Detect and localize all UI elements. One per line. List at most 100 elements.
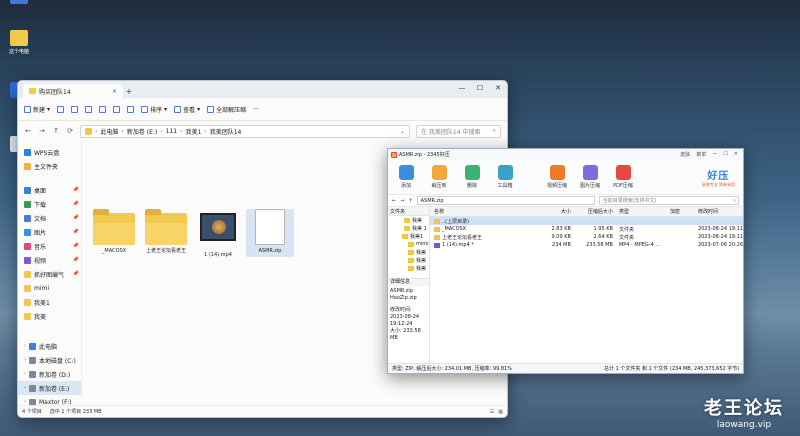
nav-item[interactable]: 视频 📌: [18, 253, 81, 267]
archive-row[interactable]: _MACOSX 2.83 KB 1.95 KB 文件夹 2023-08-24 19:11: [430, 225, 743, 233]
desktop-icon-top[interactable]: [2, 0, 36, 6]
expand-chevron-icon[interactable]: ›: [24, 371, 26, 377]
search-input[interactable]: 在 我美团队14 中搜索 ⌕: [416, 124, 501, 138]
nav-item[interactable]: 主文件夹: [18, 159, 81, 173]
back-icon[interactable]: ←: [24, 127, 32, 135]
expand-chevron-icon[interactable]: ›: [24, 343, 26, 349]
nav-item[interactable]: 抓好图编气 📌: [18, 267, 81, 281]
folder-icon: [408, 257, 414, 263]
path-input[interactable]: ASMR.zip: [416, 196, 595, 205]
minimize-icon[interactable]: —: [453, 81, 471, 95]
breadcrumb-item[interactable]: 111: [166, 128, 177, 135]
nav-item[interactable]: 下载 📌: [18, 197, 81, 211]
toolbar-button[interactable]: 删除: [460, 165, 484, 189]
nav-drive-item[interactable]: › 新加卷 (E:): [18, 381, 81, 395]
skin-menu[interactable]: 皮肤: [680, 151, 690, 158]
close-icon[interactable]: ✕: [489, 81, 507, 95]
new-button[interactable]: 新建 ▾: [24, 105, 50, 114]
maximize-icon[interactable]: ☐: [723, 151, 727, 158]
toolbar-button[interactable]: 图片压缩: [578, 165, 602, 189]
extract-all-button[interactable]: 全部解压缩: [207, 105, 246, 114]
forward-icon[interactable]: →: [38, 127, 46, 135]
paste-icon[interactable]: [85, 105, 93, 113]
nav-item[interactable]: WPS云盘: [18, 145, 81, 159]
col-date[interactable]: 修改时间: [696, 208, 743, 215]
nav-item[interactable]: 桌面 📌: [18, 183, 81, 197]
col-type[interactable]: 类型: [616, 208, 668, 215]
nav-item[interactable]: mimi: [18, 281, 81, 295]
view-label: 查看: [183, 106, 196, 114]
nav-item[interactable]: 图片 📌: [18, 225, 81, 239]
details-view-icon[interactable]: ☰: [490, 409, 494, 415]
archive-search-input[interactable]: 当前目录搜索(支持中文) ⌕: [598, 196, 739, 205]
refresh-icon[interactable]: ⟳: [66, 127, 74, 135]
address-dropdown-icon[interactable]: ⌄: [400, 128, 405, 135]
file-item-video[interactable]: 1 (14).mp4: [194, 209, 242, 259]
toolbar-button[interactable]: 添加: [394, 165, 418, 189]
address-bar[interactable]: › 此电脑 › 新加卷 (E:) › 111 › 我美1 › 我美团队14 ⌄: [80, 124, 410, 138]
breadcrumb-item[interactable]: 我美1: [186, 127, 202, 136]
archive-rows: ..(上层目录) _MACOSX 2.83 KB 1.95 KB 文件夹 2023-08-…: [429, 217, 743, 249]
share-icon[interactable]: [113, 105, 121, 113]
file-item-macosx[interactable]: _MACOSX: [90, 209, 138, 255]
nav-item[interactable]: 音乐 📌: [18, 239, 81, 253]
maximize-icon[interactable]: ☐: [471, 81, 489, 95]
tree-node[interactable]: 我美1: [388, 232, 429, 240]
expand-chevron-icon[interactable]: ›: [24, 357, 26, 363]
view-button[interactable]: 查看 ▾: [174, 105, 200, 114]
archive-row[interactable]: 上老王论坛看老王 9.09 KB 2.64 KB 文件夹 2023-08-24 19:1…: [430, 233, 743, 241]
breadcrumb-item[interactable]: 我美团队14: [210, 127, 242, 136]
tree-node[interactable]: 我美: [388, 216, 429, 224]
col-size[interactable]: 大小: [536, 208, 574, 215]
tiles-view-icon[interactable]: ▦: [498, 409, 503, 415]
copy-icon[interactable]: [71, 105, 79, 113]
toolbar-button[interactable]: 工具箱: [493, 165, 517, 189]
delete-icon[interactable]: [127, 105, 135, 113]
close-icon[interactable]: ✕: [734, 151, 738, 158]
toolbar-button[interactable]: 视频压缩: [545, 165, 569, 189]
more-icon[interactable]: ···: [253, 106, 259, 113]
up-icon[interactable]: ↑: [52, 127, 60, 135]
tree-node[interactable]: 我美 1: [388, 224, 429, 232]
main-menu[interactable]: 菜单: [696, 151, 706, 158]
toolbar-button-label: 图片压缩: [579, 183, 600, 189]
sort-button[interactable]: 排序 ▾: [141, 105, 167, 114]
close-tab-icon[interactable]: ×: [112, 88, 117, 95]
col-name[interactable]: 名称: [430, 208, 536, 215]
file-type-icon: [433, 218, 440, 224]
tree-node[interactable]: mimi: [388, 240, 429, 248]
col-encrypt[interactable]: 加密: [668, 208, 696, 215]
explorer-tab[interactable]: 购买团队14 ×: [23, 84, 123, 98]
breadcrumb-item[interactable]: 此电脑: [100, 127, 118, 136]
minimize-icon[interactable]: —: [712, 151, 717, 158]
nav-item-label: 抓好图编气: [34, 271, 65, 279]
details-line: ASMR.zip: [390, 288, 413, 294]
tree-node[interactable]: 我美: [388, 248, 429, 256]
forward-icon[interactable]: →: [400, 198, 404, 204]
toolbar-button-icon: [431, 165, 447, 180]
tree-node[interactable]: 我美: [388, 264, 429, 272]
nav-drive-item[interactable]: › 此电脑: [18, 339, 81, 353]
rename-icon[interactable]: [99, 105, 107, 113]
toolbar-button-label: 解压到: [431, 183, 447, 189]
breadcrumb-item[interactable]: 新加卷 (E:): [127, 127, 157, 136]
nav-drive-item[interactable]: › 本地磁盘 (C:): [18, 353, 81, 367]
file-item-zip[interactable]: ASMR.zip: [246, 209, 294, 257]
col-compressed[interactable]: 压缩后大小: [574, 208, 616, 215]
up-icon[interactable]: ↑: [408, 198, 412, 204]
cut-icon[interactable]: [57, 105, 65, 113]
new-tab-button[interactable]: +: [123, 84, 135, 98]
back-icon[interactable]: ←: [392, 198, 396, 204]
nav-item[interactable]: 我美1: [18, 295, 81, 309]
file-item-folder[interactable]: 上老王论坛看老王: [142, 209, 190, 255]
tree-node[interactable]: 我美: [388, 256, 429, 264]
toolbar-button[interactable]: PDF压缩: [611, 165, 635, 189]
archive-row[interactable]: 1 (14).mp4 * 234 MB 233.58 MB MP4 - MPEG-4 …: [430, 241, 743, 249]
toolbar-button[interactable]: 解压到: [427, 165, 451, 189]
archive-row[interactable]: ..(上层目录): [429, 217, 743, 225]
desktop-icon-this-pc[interactable]: 这个电脑: [2, 30, 36, 55]
nav-item[interactable]: 我美: [18, 309, 81, 323]
nav-item[interactable]: 文档 📌: [18, 211, 81, 225]
expand-chevron-icon[interactable]: ›: [24, 385, 26, 391]
nav-drive-item[interactable]: › 新加卷 (D:): [18, 367, 81, 381]
